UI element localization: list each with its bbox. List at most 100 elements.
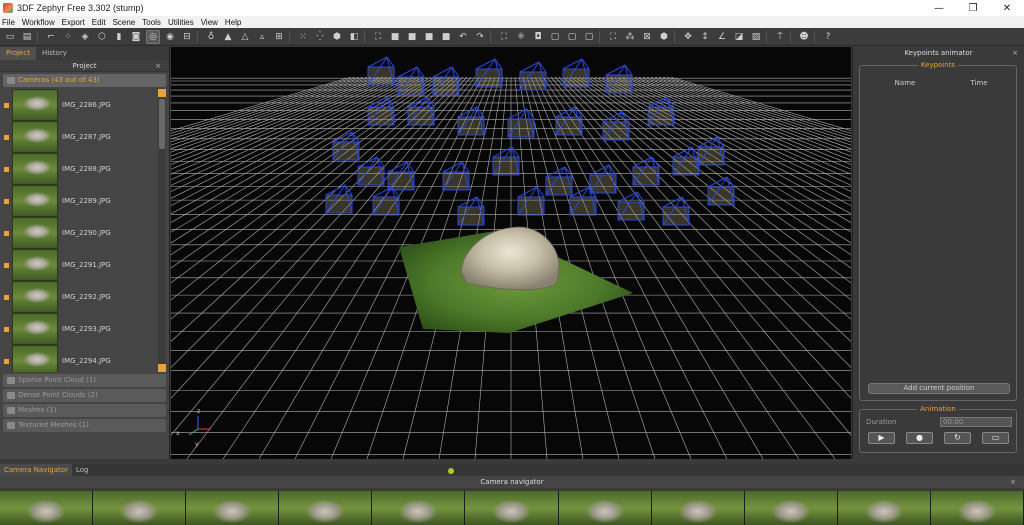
grid-toggle-icon[interactable]: ⊞ bbox=[272, 30, 286, 44]
dense-point-clouds-section[interactable]: Dense Point Clouds (2) bbox=[3, 389, 166, 402]
orbit-icon[interactable]: ◎ bbox=[146, 29, 160, 44]
camera-enabled-checkbox[interactable] bbox=[4, 230, 9, 236]
menu-view[interactable]: View bbox=[201, 18, 223, 27]
cameras-section[interactable]: Cameras (43 out of 43) bbox=[3, 74, 166, 87]
camera-frame-thumbnail[interactable] bbox=[186, 491, 279, 525]
camera-enabled-checkbox[interactable] bbox=[4, 198, 9, 204]
close-button[interactable]: ✕ bbox=[990, 0, 1024, 16]
redo-icon[interactable]: ↷ bbox=[473, 30, 487, 44]
list-item[interactable]: IMG_2294.JPG bbox=[3, 345, 166, 372]
points-icon[interactable]: ▲ bbox=[221, 30, 235, 44]
list-item[interactable]: IMG_2288.JPG bbox=[3, 153, 166, 185]
scrollbar-thumb[interactable] bbox=[159, 99, 165, 149]
camera-enabled-checkbox[interactable] bbox=[4, 134, 9, 140]
play-button[interactable]: ▶ bbox=[868, 432, 895, 444]
list-item[interactable]: IMG_2289.JPG bbox=[3, 185, 166, 217]
dense-icon[interactable]: ⁛ bbox=[313, 30, 327, 44]
list-item[interactable]: IMG_2290.JPG bbox=[3, 217, 166, 249]
loop-button[interactable]: ↻ bbox=[944, 432, 971, 444]
transform-icon[interactable]: ⛶ bbox=[606, 30, 620, 44]
panel-resize-handle[interactable] bbox=[448, 468, 454, 474]
camera-enabled-checkbox[interactable] bbox=[4, 294, 9, 300]
textured-meshes-section[interactable]: Textured Meshes (1) bbox=[3, 419, 166, 432]
camera-enabled-checkbox[interactable] bbox=[4, 326, 9, 332]
menu-export[interactable]: Export bbox=[62, 18, 90, 27]
camera-list-scrollbar[interactable] bbox=[158, 89, 166, 372]
camera-frame-thumbnail[interactable] bbox=[744, 491, 837, 525]
new-project-icon[interactable]: ▭ bbox=[3, 30, 17, 44]
angle-icon[interactable]: ∠ bbox=[715, 30, 729, 44]
camera-frame-thumbnail[interactable] bbox=[465, 491, 558, 525]
scroll-down-arrow[interactable] bbox=[158, 364, 166, 372]
tab-camera-navigator[interactable]: Camera Navigator bbox=[0, 464, 72, 476]
help-icon[interactable]: ? bbox=[821, 30, 835, 44]
camera-frame-thumbnail[interactable] bbox=[930, 491, 1024, 525]
square-view-icon[interactable]: ■ bbox=[422, 30, 436, 44]
list-item[interactable]: IMG_2291.JPG bbox=[3, 249, 166, 281]
list-item[interactable]: IMG_2287.JPG bbox=[3, 121, 166, 153]
camera-frame-thumbnail[interactable] bbox=[279, 491, 372, 525]
record-button[interactable]: ● bbox=[906, 432, 933, 444]
tab-project[interactable]: Project bbox=[0, 47, 36, 60]
camera-frame-thumbnail[interactable] bbox=[837, 491, 930, 525]
scale-icon[interactable]: ⊠ bbox=[640, 30, 654, 44]
mesh-icon[interactable]: △ bbox=[238, 30, 252, 44]
list-item[interactable]: IMG_2293.JPG bbox=[3, 313, 166, 345]
measure-icon[interactable]: ↕ bbox=[698, 30, 712, 44]
menu-edit[interactable]: Edit bbox=[92, 18, 111, 27]
save-animation-button[interactable]: ▭ bbox=[982, 432, 1009, 444]
panel-close-button[interactable]: × bbox=[155, 60, 161, 72]
stripes-icon[interactable]: ▨ bbox=[749, 30, 763, 44]
cube-icon[interactable]: ⬡ bbox=[95, 30, 109, 44]
scroll-up-arrow[interactable] bbox=[158, 89, 166, 97]
square-icon[interactable]: ■ bbox=[388, 30, 402, 44]
camera-enabled-checkbox[interactable] bbox=[4, 166, 9, 172]
mask-face-icon[interactable]: ☻ bbox=[797, 30, 811, 44]
add-current-position-button[interactable]: Add current position bbox=[868, 383, 1010, 394]
panel-close-button[interactable]: × bbox=[1012, 47, 1018, 60]
pan-icon[interactable]: ◉ bbox=[163, 30, 177, 44]
panel-close-button[interactable]: × bbox=[1010, 476, 1016, 488]
column-header-name[interactable]: Name bbox=[860, 79, 950, 87]
camera-icon[interactable]: ◙ bbox=[129, 30, 143, 44]
lasso-select-icon[interactable]: ⁘ bbox=[61, 30, 75, 44]
frame-alt-icon[interactable]: ▢ bbox=[565, 30, 579, 44]
square-side-icon[interactable]: ■ bbox=[439, 30, 453, 44]
mask-icon[interactable]: ◘ bbox=[531, 30, 545, 44]
tab-log[interactable]: Log bbox=[72, 464, 93, 476]
undo-icon[interactable]: ↶ bbox=[456, 30, 470, 44]
camera-frame-thumbnail[interactable] bbox=[93, 491, 186, 525]
bbox-icon[interactable]: ⛶ bbox=[371, 30, 385, 44]
open-project-icon[interactable]: ▤ bbox=[20, 30, 34, 44]
box-icon[interactable]: ⬢ bbox=[330, 30, 344, 44]
menu-workflow[interactable]: Workflow bbox=[22, 18, 60, 27]
minimize-button[interactable]: — bbox=[922, 0, 956, 16]
dots-icon[interactable]: ⁙ bbox=[296, 30, 310, 44]
menu-utilities[interactable]: Utilities bbox=[168, 18, 199, 27]
menu-tools[interactable]: Tools bbox=[142, 18, 166, 27]
object-icon[interactable]: ⬢ bbox=[657, 30, 671, 44]
column-header-time[interactable]: Time bbox=[950, 79, 1008, 87]
select-grid-icon[interactable]: ⁜ bbox=[514, 30, 528, 44]
crop-icon[interactable]: ⛶ bbox=[497, 30, 511, 44]
list-item[interactable]: IMG_2292.JPG bbox=[3, 281, 166, 313]
square-alt-icon[interactable]: ■ bbox=[405, 30, 419, 44]
camera-enabled-checkbox[interactable] bbox=[4, 262, 9, 268]
menu-file[interactable]: File bbox=[2, 18, 20, 27]
sparse-point-cloud-section[interactable]: Sparse Point Cloud (1) bbox=[3, 374, 166, 387]
camera-frame-thumbnail[interactable] bbox=[651, 491, 744, 525]
duration-field[interactable]: 00:00 bbox=[940, 417, 1012, 427]
meshes-section[interactable]: Meshes (1) bbox=[3, 404, 166, 417]
control-points-icon[interactable]: ⁂ bbox=[623, 30, 637, 44]
layers-icon[interactable]: ◪ bbox=[732, 30, 746, 44]
texture-icon[interactable]: ▵ bbox=[255, 30, 269, 44]
3d-viewport[interactable]: z x y bbox=[171, 47, 851, 459]
camera-enabled-checkbox[interactable] bbox=[4, 358, 9, 364]
list-item[interactable]: IMG_2286.JPG bbox=[3, 89, 166, 121]
menu-help[interactable]: Help bbox=[225, 18, 246, 27]
select-icon[interactable]: ⌐ bbox=[44, 30, 58, 44]
camera-enabled-checkbox[interactable] bbox=[4, 102, 9, 108]
camera-frame-thumbnail[interactable] bbox=[558, 491, 651, 525]
camera-frame-thumbnail[interactable] bbox=[0, 491, 93, 525]
camera-frame-thumbnail[interactable] bbox=[372, 491, 465, 525]
